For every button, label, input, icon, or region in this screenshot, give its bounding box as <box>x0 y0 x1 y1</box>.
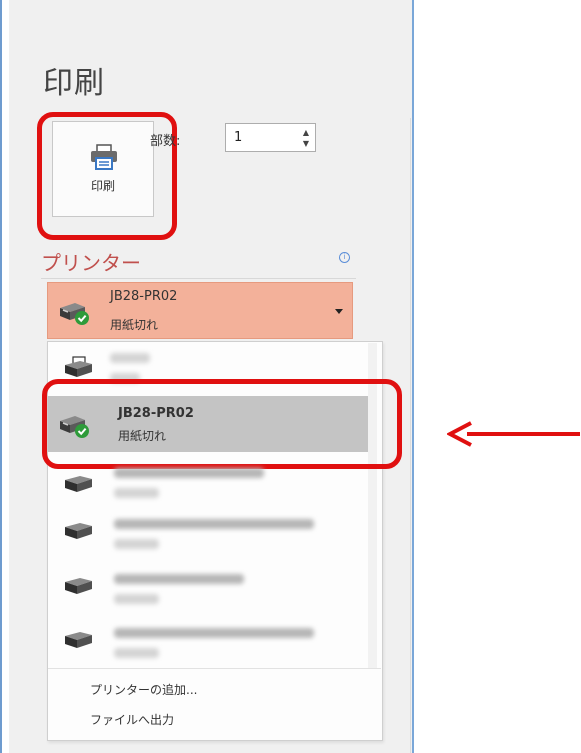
selected-printer-status: 用紙切れ <box>110 318 159 332</box>
selected-printer-name: JB28-PR02 <box>110 289 178 304</box>
window-edge <box>0 0 2 753</box>
printer-icon <box>62 521 96 547</box>
blurred-name <box>114 628 314 638</box>
printer-dropdown[interactable]: JB28-PR02 用紙切れ <box>47 282 353 339</box>
printer-section-header: プリンター <box>41 251 141 275</box>
printer-list-item[interactable] <box>48 622 368 667</box>
print-to-file-link[interactable]: ファイルへ出力 <box>90 711 174 728</box>
blurred-name <box>110 353 150 363</box>
blurred-name <box>114 468 264 478</box>
decrement-arrow-icon[interactable]: ▼ <box>301 139 311 148</box>
dropdown-arrow-icon <box>335 309 343 314</box>
blurred-status <box>114 539 159 549</box>
copies-label: 部数: <box>150 134 181 149</box>
add-printer-link[interactable]: プリンターの追加... <box>90 681 197 698</box>
copies-stepper[interactable]: 1 ▲ ▼ <box>225 123 316 152</box>
page-title: 印刷 <box>43 66 105 101</box>
highlight-selected-printer <box>42 379 402 469</box>
pointer-arrow-icon <box>447 421 472 447</box>
blurred-status <box>114 648 159 658</box>
printer-icon <box>62 630 96 656</box>
printer-icon <box>62 576 96 602</box>
list-footer-divider <box>48 668 381 669</box>
blurred-status <box>114 594 159 604</box>
printer-list-item[interactable] <box>48 568 368 622</box>
blurred-name <box>114 574 244 584</box>
panel-divider <box>410 118 411 753</box>
printer-list-item[interactable] <box>48 460 368 514</box>
section-divider <box>41 278 356 279</box>
blurred-name <box>114 519 314 529</box>
printer-ok-icon <box>57 298 91 330</box>
blurred-status <box>114 488 159 498</box>
info-icon[interactable]: i <box>339 252 350 263</box>
print-screen: 印刷 印刷 部数: 1 ▲ ▼ プリンター i JB28-PR02 用紙切れ J… <box>0 0 581 753</box>
copies-value: 1 <box>234 130 243 145</box>
printer-list-item[interactable] <box>48 513 368 567</box>
increment-arrow-icon[interactable]: ▲ <box>301 128 311 137</box>
printer-icon <box>62 474 96 500</box>
pointer-arrow-shaft <box>467 432 580 436</box>
